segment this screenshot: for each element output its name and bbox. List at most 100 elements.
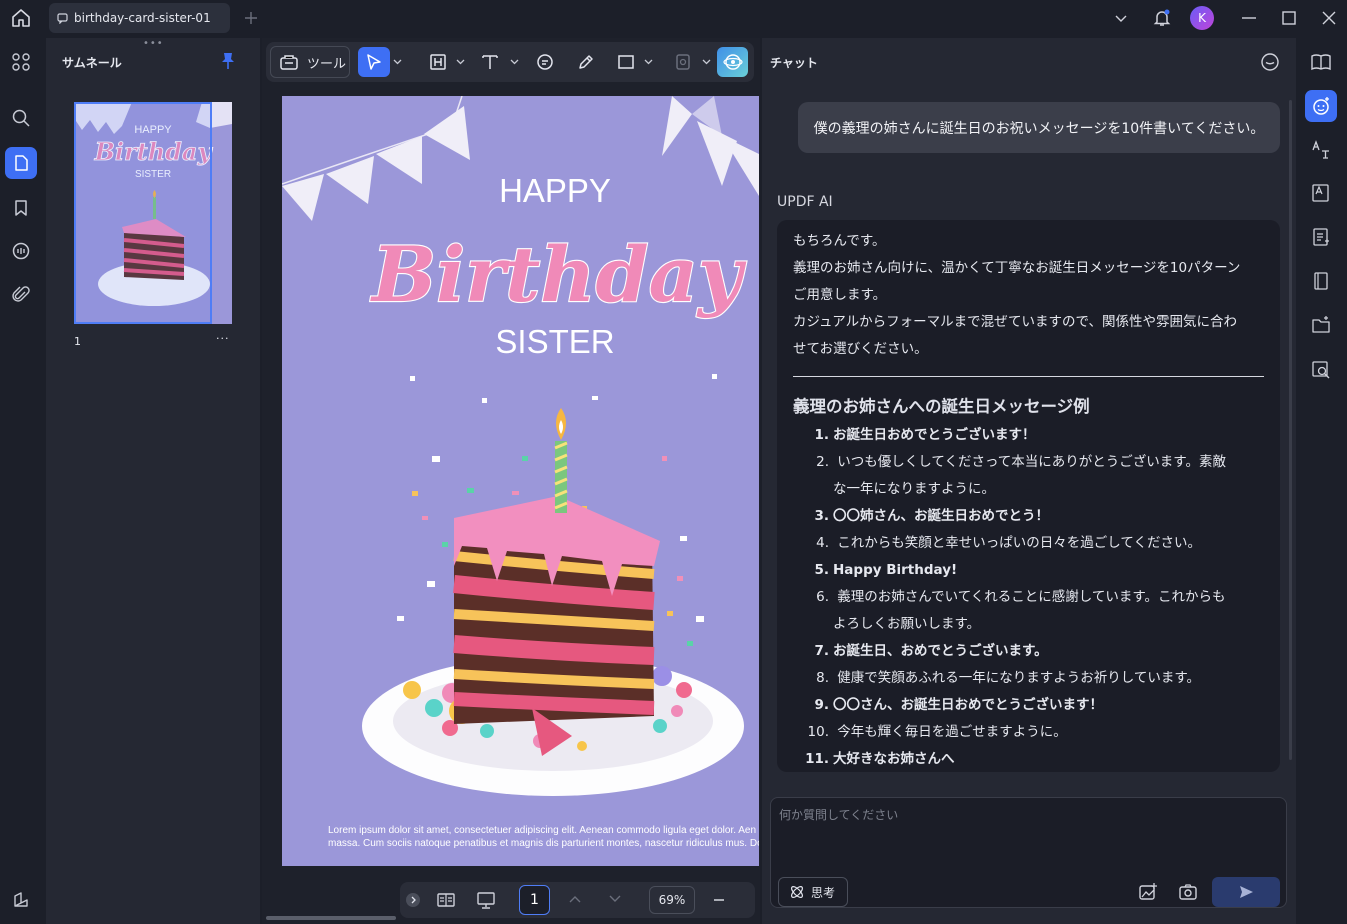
ai-heading: 義理のお姉さんへの誕生日メッセージ例 (793, 397, 1090, 416)
page-organize-icon[interactable] (1311, 271, 1331, 291)
layers-button[interactable] (5, 884, 37, 916)
list-item: よろしくお願いします。 (833, 616, 981, 632)
drag-handle[interactable]: ••• (143, 38, 164, 49)
tools-button[interactable]: ツール (270, 46, 350, 78)
card-happy: HAPPY (499, 172, 611, 209)
minimize-icon[interactable] (1241, 10, 1257, 26)
ai-document-icon[interactable] (1311, 227, 1331, 247)
presentation-icon[interactable] (476, 890, 496, 910)
ai-face-icon (1311, 96, 1331, 116)
page-number-input[interactable]: 1 (519, 885, 550, 915)
stamp-icon[interactable] (673, 52, 693, 72)
page-layout-icon[interactable] (436, 890, 456, 910)
pin-icon[interactable] (220, 52, 236, 70)
next-page-icon[interactable] (608, 894, 622, 904)
thumbnail-more-button[interactable]: ··· (216, 332, 230, 345)
search-document-icon[interactable] (1311, 360, 1331, 380)
zoom-level[interactable]: 69% (649, 886, 695, 914)
ai-response: もちろんです。 義理のお姉さん向けに、温かくて丁寧なお誕生日メッセージを10パタ… (777, 220, 1280, 772)
list-item: 11. 大好きなお姉さんへ (805, 751, 955, 767)
stamp-chevron-icon[interactable] (702, 57, 711, 66)
chevron-down-icon[interactable] (1114, 11, 1128, 25)
avatar[interactable]: K (1190, 6, 1214, 30)
previous-page-icon[interactable] (568, 894, 582, 904)
list-item: 8. 健康で笑顔あふれる一年になりますようお祈りしています。 (816, 670, 1201, 686)
translate-icon[interactable] (1311, 140, 1331, 160)
cursor-icon (365, 53, 383, 71)
text-chevron-icon[interactable] (510, 57, 519, 66)
comment-icon (57, 12, 68, 24)
new-tab-icon[interactable] (244, 11, 258, 25)
grid-icon (11, 52, 31, 72)
chat-scrollbar[interactable] (1289, 100, 1292, 760)
ai-orb-icon (722, 52, 743, 72)
card-lorem-line2: massa. Cum sociis natoque penatibus et m… (328, 838, 759, 849)
attachments-button[interactable] (5, 279, 37, 311)
ai-assistant-button[interactable] (717, 47, 748, 77)
search-icon (11, 108, 31, 128)
search-button[interactable] (5, 102, 37, 134)
left-rail (0, 38, 44, 924)
comment-tool-icon[interactable] (535, 52, 555, 72)
ai-intro-line: 義理のお姉さん向けに、温かくて丁寧なお誕生日メッセージを10パターン (793, 260, 1241, 276)
pen-icon[interactable] (576, 52, 596, 72)
right-rail (1297, 38, 1347, 924)
text-box-chevron-icon[interactable] (456, 57, 465, 66)
thumbnails-button[interactable] (5, 147, 37, 179)
pdf-page: HAPPY Birthday SISTER Lorem ipsum dolor … (282, 96, 759, 866)
image-add-icon[interactable] (1138, 882, 1158, 902)
bookmark-icon (12, 199, 30, 217)
chat-bubble-icon (11, 241, 31, 261)
page-icon (12, 154, 30, 172)
list-item: 7. お誕生日、おめでとうございます。 (814, 643, 1048, 659)
comments-button[interactable] (5, 235, 37, 267)
reading-mode-icon[interactable] (1310, 52, 1332, 72)
send-button[interactable] (1212, 877, 1280, 907)
list-item: 4. これからも笑顔と幸せいっぱいの日々を過ごしてください。 (816, 535, 1201, 551)
send-icon (1238, 884, 1254, 900)
screenshot-icon[interactable] (1178, 882, 1198, 902)
toolbox-icon (279, 53, 299, 71)
list-item: 1. お誕生日おめでとうございます！ (814, 427, 1036, 443)
close-icon[interactable] (1321, 10, 1337, 26)
ai-intro-line: もちろんです。 (793, 233, 886, 249)
atom-icon (789, 884, 805, 900)
layers-icon (12, 891, 30, 909)
list-item: 2. いつも優しくしてくださって本当にありがとうございます。素敵 (816, 454, 1226, 470)
document-tab[interactable]: birthday-card-sister-01 (49, 3, 230, 33)
text-icon[interactable] (480, 52, 500, 72)
panel-title: サムネール (62, 56, 122, 70)
bell-icon[interactable] (1152, 8, 1172, 28)
chat-input[interactable]: 何か質問してください (779, 806, 898, 823)
horizontal-scrollbar[interactable] (266, 916, 396, 920)
tab-title: birthday-card-sister-01 (74, 11, 211, 25)
collapse-button[interactable] (406, 893, 420, 907)
list-item: な一年になりますように。 (833, 481, 995, 497)
shape-chevron-icon[interactable] (644, 57, 653, 66)
card-lorem-line1: Lorem ipsum dolor sit amet, consectetuer… (328, 825, 756, 836)
zoom-out-icon[interactable] (712, 893, 726, 907)
rectangle-icon[interactable] (616, 52, 636, 72)
edit-toolbar: ツール (266, 42, 754, 82)
select-tool-chevron-icon[interactable] (393, 57, 402, 66)
ai-intro-line: カジュアルからフォーマルまで混ぜていますので、関係性や雰囲気に合わ (793, 314, 1238, 330)
ai-name: UPDF AI (777, 194, 833, 210)
tools-label: ツール (307, 56, 347, 72)
home-icon[interactable] (10, 7, 32, 29)
history-icon[interactable] (1260, 52, 1280, 72)
select-tool-button[interactable] (358, 47, 390, 77)
ai-chat-button[interactable] (1305, 90, 1337, 122)
ai-intro-line: せてお選びください。 (793, 341, 928, 357)
card-birthday: Birthday (370, 230, 747, 319)
save-folder-icon[interactable] (1311, 315, 1331, 335)
ocr-icon[interactable] (1311, 183, 1331, 203)
maximize-icon[interactable] (1281, 10, 1297, 26)
text-box-icon[interactable] (428, 52, 448, 72)
apps-button[interactable] (5, 46, 37, 78)
user-message-text: 僕の義理の姉さんに誕生日のお祝いメッセージを10件書いてください。 (813, 120, 1265, 137)
bookmarks-button[interactable] (5, 192, 37, 224)
list-item: 6. 義理のお姉さんでいてくれることに感謝しています。これからも (816, 589, 1226, 605)
page-thumbnail-selection (74, 102, 212, 324)
think-button[interactable]: 思考 (778, 877, 848, 907)
list-item: 10. 今年も輝く毎日を過ごせますように。 (807, 724, 1067, 740)
